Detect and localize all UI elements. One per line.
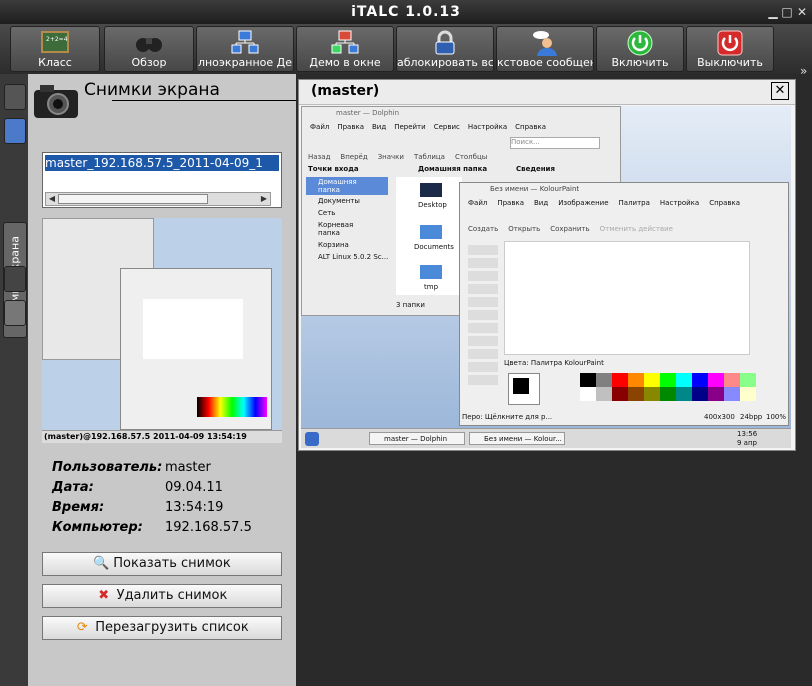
horizontal-scrollbar[interactable]: ◀ ▶: [45, 192, 271, 206]
folder-icon: [420, 265, 442, 279]
binoculars-icon: [136, 38, 162, 52]
remote-desktop: master — Dolphin Файл Правка Вид Перейти…: [301, 106, 791, 448]
folder-icon: [420, 183, 442, 197]
snapshot-thumbnail: (master)@192.168.57.5 2011-04-09 13:54:1…: [42, 218, 282, 443]
person-message-icon: [533, 31, 557, 56]
scroll-left-icon[interactable]: ◀: [46, 193, 58, 205]
close-icon[interactable]: ✕: [795, 5, 809, 19]
fullscreen-demo-button[interactable]: лноэкранное Де: [196, 26, 294, 72]
drawing-canvas[interactable]: [504, 241, 750, 355]
title-bar: iTALC 1.0.13 ▁ □ ✕: [0, 0, 812, 24]
color-palette[interactable]: [580, 373, 756, 401]
kolourpaint-toolbar: Создать Открыть Сохранить Отменить дейст…: [468, 225, 673, 233]
screenshot-viewer: (master) ✕ master — Dolphin Файл Правка …: [298, 79, 796, 451]
scrollbar-thumb[interactable]: [58, 194, 208, 204]
power-on-icon: [627, 30, 653, 56]
svg-text:2+2=4: 2+2=4: [46, 36, 68, 43]
magnifier-icon: 🔍: [93, 556, 110, 571]
close-screenshot-icon[interactable]: ✕: [771, 82, 789, 100]
classroom-button[interactable]: 2+2=4 Класс: [10, 26, 100, 72]
dolphin-places: Домашняя папка Документы Сеть Корневая п…: [306, 177, 388, 263]
camera-icon: [34, 85, 78, 118]
title-divider: [112, 100, 302, 101]
screenshot-title: (master): [311, 83, 380, 99]
chalkboard-icon: 2+2=4: [41, 31, 69, 53]
panel-title: Снимки экрана: [84, 80, 220, 100]
main-area: (master) ✕ master — Dolphin Файл Правка …: [296, 74, 812, 686]
snapshot-list-item[interactable]: master_192.168.57.5_2011-04-09_1: [45, 155, 279, 171]
lock-screen-button[interactable]: аблокировать вс: [396, 26, 494, 72]
folder-icon: [420, 225, 442, 239]
remote-taskbar: master — Dolphin Без имени — Kolour... 1…: [301, 428, 791, 448]
scroll-right-icon[interactable]: ▶: [258, 193, 270, 205]
network-monitors-icon: [331, 30, 359, 54]
kolourpaint-window: Без имени — KolourPaint Файл Правка Вид …: [459, 182, 789, 426]
dolphin-search-input[interactable]: Поиск...: [510, 137, 600, 149]
computers-icon[interactable]: [4, 84, 26, 110]
thumb-taskbar: (master)@192.168.57.5 2011-04-09 13:54:1…: [42, 430, 282, 443]
delete-icon: ✖: [98, 588, 110, 603]
power-off-button[interactable]: Выключить: [686, 26, 774, 72]
tools-icon[interactable]: [4, 300, 26, 326]
minimize-icon[interactable]: ▁: [766, 5, 780, 19]
start-menu-icon[interactable]: [305, 432, 319, 446]
thumb-kolourpaint-window: [120, 268, 272, 430]
reload-list-button[interactable]: ⟳ Перезагрузить список: [42, 616, 282, 640]
power-on-button[interactable]: Включить: [596, 26, 684, 72]
power-off-icon: [717, 30, 743, 56]
snapshot-list[interactable]: master_192.168.57.5_2011-04-09_1 ◀ ▶: [42, 152, 282, 208]
dolphin-toolbar: Назад Вперёд Значки Таблица Столбцы: [308, 153, 488, 161]
users-icon[interactable]: [4, 266, 26, 292]
main-toolbar: 2+2=4 Класс Обзор лноэкранное Де Демо в …: [0, 24, 812, 78]
show-snapshot-button[interactable]: 🔍 Показать снимок: [42, 552, 282, 576]
color-box[interactable]: [508, 373, 540, 405]
tool-box[interactable]: [468, 245, 498, 385]
lock-icon: [435, 30, 455, 55]
screenshots-panel: Снимки экрана master_192.168.57.5_2011-0…: [28, 74, 302, 686]
overview-button[interactable]: Обзор: [104, 26, 194, 72]
network-monitors-icon: [231, 30, 259, 54]
screenshot-header: (master) ✕: [299, 80, 795, 105]
kolourpaint-menubar: Файл Правка Вид Изображение Палитра Наст…: [468, 199, 741, 207]
thumbnail-caption: (master)@192.168.57.5 2011-04-09 13:54:1…: [44, 432, 247, 441]
maximize-icon[interactable]: □: [780, 5, 794, 19]
text-message-button[interactable]: кстовое сообщен: [496, 26, 594, 72]
dolphin-file-view: Desktop Documents tmp: [396, 177, 462, 295]
side-toolbar: Снимки экрана: [0, 74, 28, 686]
snapshot-icon[interactable]: [4, 118, 26, 144]
reload-icon: ⟳: [76, 620, 88, 635]
delete-snapshot-button[interactable]: ✖ Удалить снимок: [42, 584, 282, 608]
window-demo-button[interactable]: Демо в окне: [296, 26, 394, 72]
dolphin-menubar: Файл Правка Вид Перейти Сервис Настройка…: [310, 123, 546, 131]
window-title: iTALC 1.0.13: [351, 4, 461, 20]
